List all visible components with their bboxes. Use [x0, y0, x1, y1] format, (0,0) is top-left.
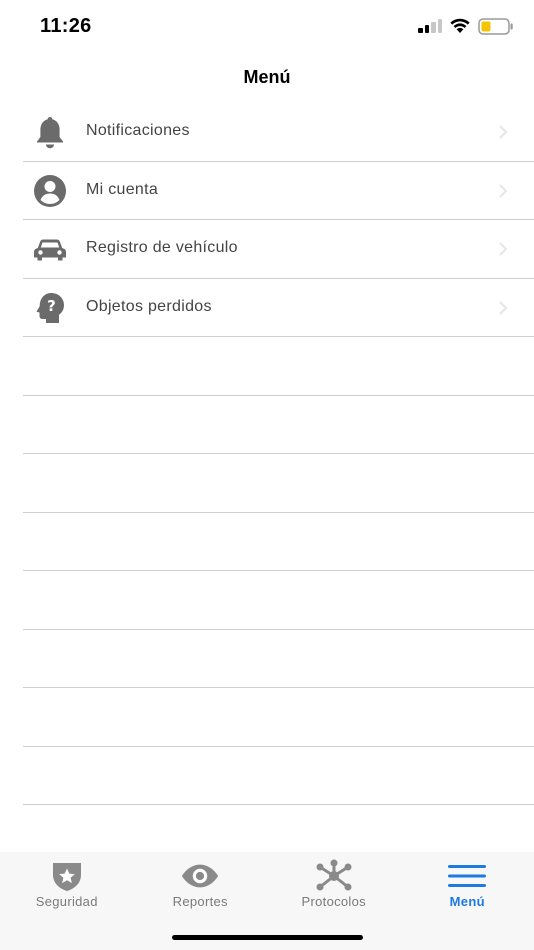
tab-label: Reportes: [172, 894, 228, 909]
wifi-icon: [449, 16, 471, 34]
menu-item-registro-vehiculo[interactable]: Registro de vehículo: [0, 220, 534, 279]
tab-protocolos[interactable]: Protocolos: [267, 852, 401, 914]
status-time: 11:26: [40, 15, 92, 37]
empty-row: [0, 337, 534, 396]
eye-icon: [180, 860, 220, 892]
empty-row: [0, 396, 534, 454]
menu-list: Notificaciones Mi cuenta Registro de veh…: [0, 103, 534, 337]
menu-item-label: Mi cuenta: [86, 180, 159, 198]
tab-label: Protocolos: [301, 894, 366, 909]
network-icon: [314, 859, 354, 892]
user-circle-icon: [31, 174, 69, 208]
tab-label: Menú: [449, 894, 485, 909]
empty-row: [0, 747, 534, 805]
shield-star-icon: [47, 860, 87, 892]
chevron-right-icon: [498, 300, 508, 316]
empty-row: [0, 571, 534, 630]
empty-row: [0, 630, 534, 688]
tab-menu[interactable]: Menú: [401, 852, 534, 914]
menu-item-mi-cuenta[interactable]: Mi cuenta: [0, 162, 534, 220]
empty-list-area: [0, 337, 534, 805]
empty-row: [0, 688, 534, 747]
chevron-right-icon: [498, 124, 508, 140]
head-question-icon: ?: [31, 291, 69, 325]
divider: [23, 804, 534, 805]
tab-label: Seguridad: [35, 894, 98, 909]
menu-item-notificaciones[interactable]: Notificaciones: [0, 103, 534, 162]
empty-row: [0, 513, 534, 571]
home-indicator: [172, 935, 363, 940]
chevron-right-icon: [498, 183, 508, 199]
page-title: Menú: [243, 67, 291, 87]
car-icon: [31, 232, 69, 266]
battery-icon: [478, 18, 514, 35]
tab-seguridad[interactable]: Seguridad: [0, 852, 134, 914]
hamburger-menu-icon: [447, 860, 487, 892]
menu-item-label: Registro de vehículo: [86, 239, 238, 256]
bell-icon: [31, 115, 69, 149]
menu-item-label: Objetos perdidos: [86, 297, 212, 315]
svg-text:?: ?: [47, 297, 56, 315]
menu-item-objetos-perdidos[interactable]: ? Objetos perdidos: [0, 279, 534, 337]
empty-row: [0, 454, 534, 513]
menu-item-label: Notificaciones: [86, 122, 190, 139]
cellular-signal-icon: [418, 19, 444, 33]
chevron-right-icon: [498, 241, 508, 257]
tab-reportes[interactable]: Reportes: [134, 852, 268, 914]
status-bar: 11:26: [0, 0, 534, 54]
